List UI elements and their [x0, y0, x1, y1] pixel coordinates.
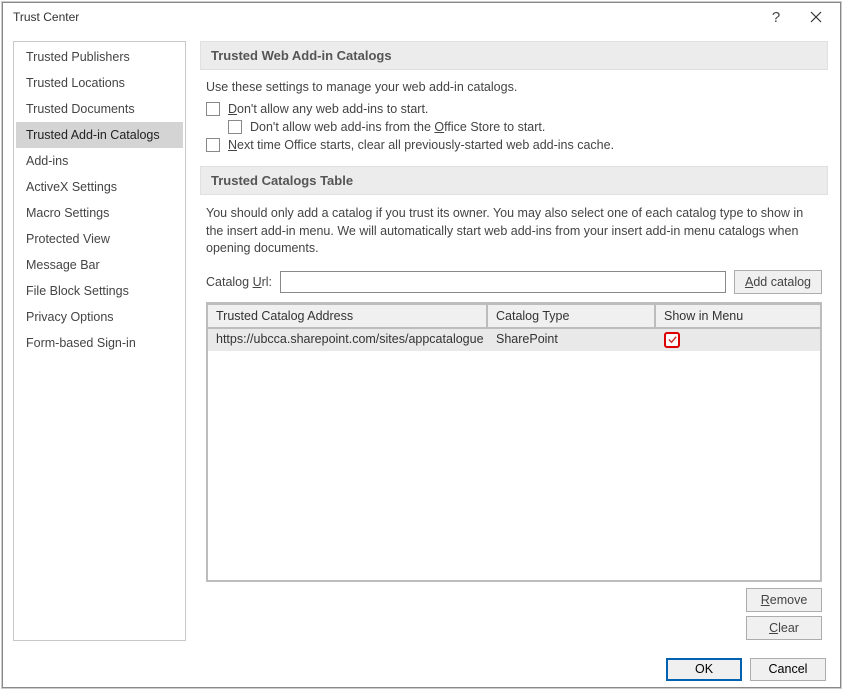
dialog-footer: OK Cancel — [3, 651, 840, 687]
cell-address: https://ubcca.sharepoint.com/sites/appca… — [208, 329, 488, 351]
sidebar: Trusted Publishers Trusted Locations Tru… — [13, 41, 186, 641]
checkbox-dont-allow-office-store[interactable]: Don't allow web add-ins from the Office … — [228, 118, 822, 136]
col-trusted-catalog-address[interactable]: Trusted Catalog Address — [208, 305, 488, 329]
remove-button[interactable]: Remove — [746, 588, 822, 612]
sidebar-item-trusted-publishers[interactable]: Trusted Publishers — [16, 44, 183, 70]
checkbox-clear-cache-next-start[interactable]: Next time Office starts, clear all previ… — [206, 136, 822, 154]
section-body-web-addins: Use these settings to manage your web ad… — [200, 80, 828, 166]
sidebar-item-trusted-addin-catalogs[interactable]: Trusted Add-in Catalogs — [16, 122, 183, 148]
trust-center-dialog: Trust Center ? Trusted Publishers Truste… — [2, 2, 841, 688]
cell-type: SharePoint — [488, 329, 656, 351]
checkbox-icon — [206, 102, 220, 116]
catalogs-table: Trusted Catalog Address Catalog Type Sho… — [206, 302, 822, 582]
table-row[interactable]: https://ubcca.sharepoint.com/sites/appca… — [208, 329, 820, 351]
add-catalog-button[interactable]: Add catalog — [734, 270, 822, 294]
clear-button[interactable]: Clear — [746, 616, 822, 640]
cancel-button[interactable]: Cancel — [750, 658, 826, 681]
cell-show-in-menu[interactable] — [656, 329, 820, 351]
main-panel: Trusted Web Add-in Catalogs Use these se… — [198, 41, 830, 641]
col-catalog-type[interactable]: Catalog Type — [488, 305, 656, 329]
catalog-url-input[interactable] — [280, 271, 726, 293]
ok-button[interactable]: OK — [666, 658, 742, 681]
checkbox-label: Don't allow any web add-ins to start. — [228, 102, 428, 116]
sidebar-item-form-based-signin[interactable]: Form-based Sign-in — [16, 330, 183, 356]
checkbox-label: Don't allow web add-ins from the Office … — [250, 120, 545, 134]
web-addins-intro: Use these settings to manage your web ad… — [206, 80, 822, 94]
checkmark-icon — [667, 334, 678, 345]
checkbox-dont-allow-addins[interactable]: Don't allow any web add-ins to start. — [206, 100, 822, 118]
sidebar-item-addins[interactable]: Add-ins — [16, 148, 183, 174]
help-button[interactable]: ? — [756, 5, 796, 29]
table-body: https://ubcca.sharepoint.com/sites/appca… — [208, 329, 820, 580]
sidebar-item-file-block-settings[interactable]: File Block Settings — [16, 278, 183, 304]
sidebar-item-protected-view[interactable]: Protected View — [16, 226, 183, 252]
checkbox-icon — [228, 120, 242, 134]
dialog-title: Trust Center — [13, 10, 756, 24]
sidebar-item-privacy-options[interactable]: Privacy Options — [16, 304, 183, 330]
sidebar-item-trusted-locations[interactable]: Trusted Locations — [16, 70, 183, 96]
table-header: Trusted Catalog Address Catalog Type Sho… — [208, 305, 820, 329]
section-body-catalogs: You should only add a catalog if you tru… — [200, 205, 828, 641]
sidebar-item-message-bar[interactable]: Message Bar — [16, 252, 183, 278]
checkbox-icon — [206, 138, 220, 152]
close-button[interactable] — [796, 5, 836, 29]
sidebar-item-macro-settings[interactable]: Macro Settings — [16, 200, 183, 226]
sidebar-item-trusted-documents[interactable]: Trusted Documents — [16, 96, 183, 122]
titlebar: Trust Center ? — [3, 3, 840, 31]
show-in-menu-checkbox[interactable] — [664, 332, 680, 348]
section-header-web-addins: Trusted Web Add-in Catalogs — [200, 41, 828, 70]
catalogs-description: You should only add a catalog if you tru… — [206, 205, 822, 258]
section-header-catalogs-table: Trusted Catalogs Table — [200, 166, 828, 195]
col-show-in-menu[interactable]: Show in Menu — [656, 305, 820, 329]
close-icon — [810, 11, 822, 23]
catalog-url-label: Catalog Url: — [206, 275, 272, 289]
checkbox-label: Next time Office starts, clear all previ… — [228, 138, 614, 152]
sidebar-item-activex-settings[interactable]: ActiveX Settings — [16, 174, 183, 200]
